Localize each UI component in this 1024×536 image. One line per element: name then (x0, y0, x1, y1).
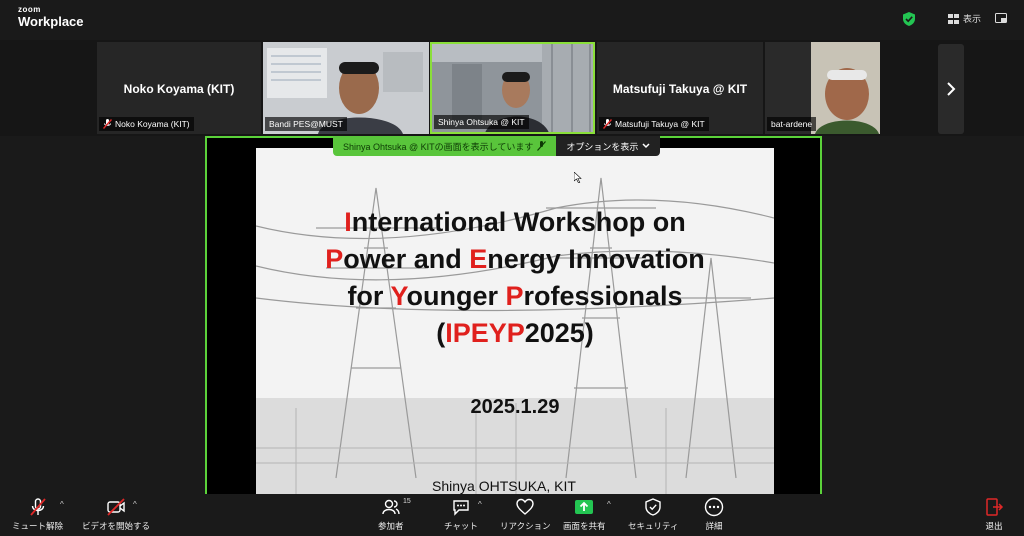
slide-title-text: rofessionals (523, 281, 683, 311)
share-screen-button[interactable]: 画面を共有 (563, 497, 606, 532)
participant-name: Shinya Ohtsuka @ KIT (438, 117, 525, 127)
slide-title-initial: P (325, 244, 344, 274)
audio-options-caret[interactable]: ^ (60, 500, 64, 509)
start-video-button[interactable]: ビデオを開始する (82, 497, 150, 532)
presentation-slide: International Workshop on Power and Ener… (256, 148, 774, 496)
security-shield-icon (645, 498, 661, 516)
participant-name-tag: Noko Koyama (KIT) (99, 117, 194, 131)
chevron-right-icon (947, 82, 956, 96)
participant-tile-active-speaker[interactable]: Shinya Ohtsuka @ KIT (430, 42, 595, 134)
participant-strip: Noko Koyama (KIT) Noko Koyama (KIT) Band… (0, 40, 1024, 136)
security-label: セキュリティ (628, 521, 679, 531)
mic-muted-icon (603, 119, 612, 129)
leave-icon (986, 498, 1004, 516)
start-video-label: ビデオを開始する (82, 521, 151, 531)
mic-muted-icon (103, 119, 112, 129)
security-button[interactable]: セキュリティ (628, 497, 679, 532)
slide-title-initial: Y (390, 281, 407, 311)
more-button[interactable]: 詳細 (704, 497, 724, 532)
participant-name: Bandi PES@MUST (269, 119, 343, 129)
participant-name-tag: Shinya Ohtsuka @ KIT (434, 115, 529, 129)
zoom-workplace-logo: zoom Workplace (18, 5, 84, 29)
participant-tile[interactable]: Matsufuji Takuya @ KIT Matsufuji Takuya … (597, 42, 763, 134)
slide-title-initial: E (469, 244, 488, 274)
share-options-caret[interactable]: ^ (607, 500, 611, 509)
shield-check-icon[interactable] (903, 12, 915, 26)
sharing-indicator: Shinya Ohtsuka @ KITの画面を表示しています (333, 136, 557, 156)
logo-brand-small: zoom (18, 5, 41, 14)
view-button[interactable]: 表示 (948, 12, 981, 25)
logo-brand-large: Workplace (18, 14, 84, 29)
leave-button[interactable]: 退出 (984, 497, 1004, 532)
leave-label: 退出 (985, 521, 1003, 531)
participant-name-tag: bat-ardene (767, 117, 817, 131)
video-options-caret[interactable]: ^ (133, 500, 137, 509)
slide-title-text: nternational Workshop on (351, 207, 686, 237)
share-screen-label: 画面を共有 (563, 521, 606, 531)
participants-button[interactable]: 参加者 (378, 497, 404, 532)
participants-icon (382, 499, 400, 515)
grid-icon (948, 13, 959, 24)
participants-count: 15 (403, 498, 411, 505)
participant-tile[interactable]: Bandi PES@MUST (263, 42, 429, 134)
unmute-label: ミュート解除 (12, 521, 64, 531)
reactions-label: リアクション (500, 521, 551, 531)
shared-screen[interactable]: International Workshop on Power and Ener… (205, 136, 822, 498)
unmute-button[interactable]: ミュート解除 (12, 497, 63, 532)
participant-display-name: Matsufuji Takuya @ KIT (612, 82, 748, 96)
slide-title-acronym: IPEYP (445, 318, 525, 348)
slide-title-text: ( (436, 318, 446, 348)
chat-button[interactable]: チャット (444, 497, 478, 532)
share-screen-icon (575, 500, 594, 514)
participant-tile[interactable]: Noko Koyama (KIT) Noko Koyama (KIT) (97, 42, 261, 134)
slide-title-initial: I (344, 207, 352, 237)
video-off-icon (107, 498, 125, 516)
pip-icon[interactable] (995, 13, 1007, 23)
top-bar: zoom Workplace 表示 (0, 0, 1024, 40)
view-options-label: オプションを表示 (566, 141, 639, 152)
participant-display-name: Noko Koyama (KIT) (123, 82, 235, 96)
mouse-pointer-icon (574, 172, 582, 183)
participant-name: Noko Koyama (KIT) (115, 119, 190, 129)
chat-icon (453, 500, 469, 516)
mic-muted-icon (537, 141, 547, 151)
participant-name-tag: Matsufuji Takuya @ KIT (599, 117, 709, 131)
slide-author: Shinya OHTSUKA, KIT (432, 478, 576, 494)
slide-title: International Workshop on Power and Ener… (256, 204, 774, 352)
participant-name: Matsufuji Takuya @ KIT (615, 119, 705, 129)
view-label: 表示 (963, 14, 982, 24)
participant-name: bat-ardene (771, 119, 813, 129)
view-options-button[interactable]: オプションを表示 (556, 136, 661, 156)
sharing-text: Shinya Ohtsuka @ KITの画面を表示しています (343, 141, 534, 152)
next-page-button[interactable] (938, 44, 964, 134)
meeting-toolbar: ミュート解除 ^ ビデオを開始する ^ 参加者 15 チャット ^ リアクション (0, 494, 1024, 536)
participant-tile[interactable]: bat-ardene (765, 42, 880, 134)
slide-title-text: for (347, 281, 391, 311)
share-banner: Shinya Ohtsuka @ KITの画面を表示しています オプションを表示 (333, 136, 661, 156)
slide-title-text: nergy Innovation (487, 244, 705, 274)
microphone-muted-icon (29, 498, 46, 516)
more-dots-icon (704, 497, 724, 517)
slide-title-initial: P (505, 281, 524, 311)
slide-title-text: ower and (343, 244, 470, 274)
reactions-button[interactable]: リアクション (500, 497, 551, 532)
slide-date: 2025.1.29 (470, 396, 560, 418)
more-label: 詳細 (705, 521, 723, 531)
chevron-down-icon (642, 143, 650, 149)
participants-label: 参加者 (378, 521, 404, 531)
heart-icon (516, 498, 534, 515)
chat-options-caret[interactable]: ^ (478, 500, 482, 509)
slide-title-text: 2025) (524, 318, 594, 348)
participant-name-tag: Bandi PES@MUST (265, 117, 347, 131)
slide-title-text: ounger (406, 281, 506, 311)
chat-label: チャット (444, 521, 478, 531)
